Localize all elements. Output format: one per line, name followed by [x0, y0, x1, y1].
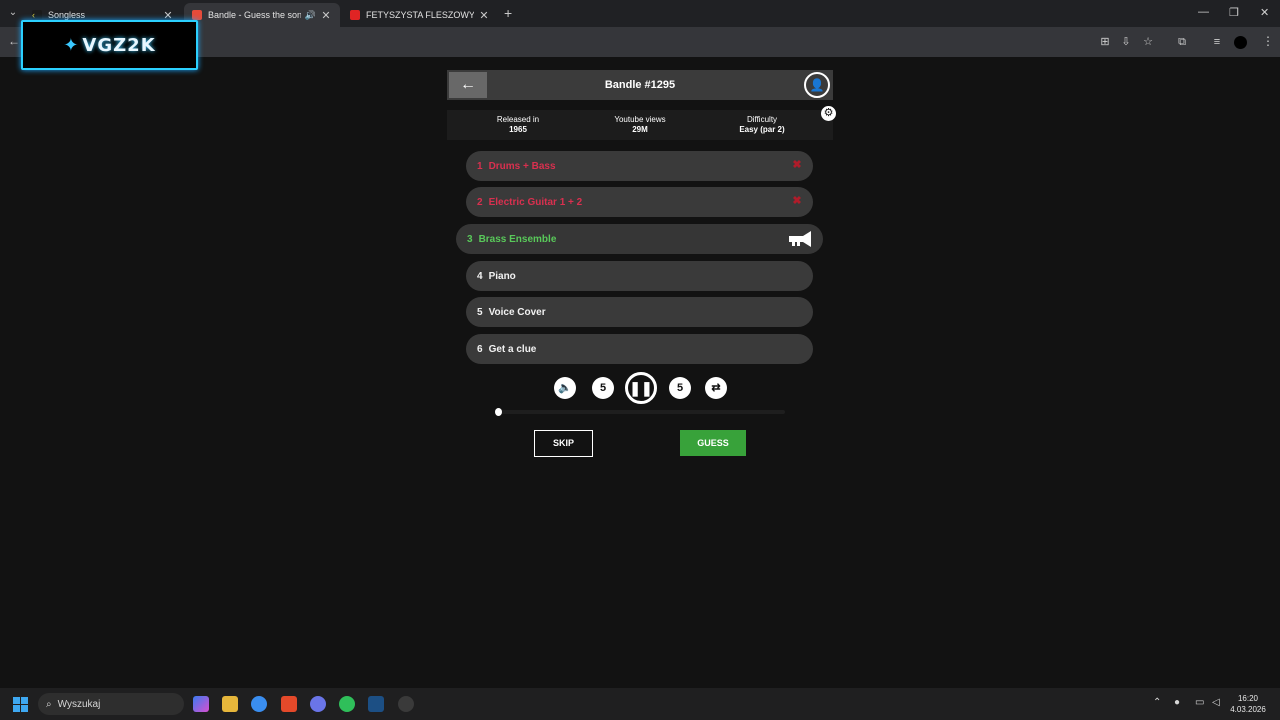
rewind-5-icon[interactable]: 5	[592, 377, 614, 399]
search-placeholder: Wyszukaj	[57, 698, 101, 710]
info-youtube-views: Youtube views 29M	[580, 115, 700, 135]
install-app-icon[interactable]: ⇩	[1119, 35, 1133, 49]
page-title: Bandle #1295	[604, 79, 676, 91]
brave-icon[interactable]	[281, 696, 297, 712]
network-icon[interactable]: ▭	[1195, 697, 1204, 708]
streamer-logo-overlay: ✦ VGZ2K	[21, 20, 198, 70]
stem-label: Piano	[488, 270, 516, 282]
new-tab-button[interactable]: +	[504, 5, 512, 21]
progress-bar[interactable]	[495, 408, 785, 416]
clock-date: 4.03.2026	[1230, 705, 1266, 714]
trumpet-icon	[789, 231, 811, 247]
media-control-icon[interactable]: ≡	[1210, 35, 1224, 49]
logo-text: VGZ2K	[82, 34, 156, 56]
close-tab-icon[interactable]: ✕	[320, 9, 332, 22]
microphone-icon[interactable]: ●	[1174, 697, 1180, 708]
stem-number: 6	[477, 343, 483, 355]
stem-number: 1	[477, 160, 483, 172]
game-header: Bandle #1295 ← 👤	[447, 70, 833, 100]
tab-youtube[interactable]: FETYSZYSTA FLESZOWY | CZY ... ✕	[342, 3, 498, 27]
minimize-button[interactable]: —	[1198, 6, 1209, 18]
maximize-button[interactable]: ❐	[1229, 6, 1239, 19]
skip-button[interactable]: SKIP	[534, 430, 593, 457]
stem-number: 3	[467, 233, 473, 245]
bookmark-star-icon[interactable]: ☆	[1141, 35, 1155, 49]
info-label: Youtube views	[614, 115, 666, 124]
bird-logo-icon: ✦	[63, 34, 79, 55]
info-released: Released in 1965	[458, 115, 578, 135]
stem-number: 4	[477, 270, 483, 282]
stem-label: Drums + Bass	[488, 160, 556, 172]
bandle-favicon-icon	[192, 10, 202, 20]
speaker-icon[interactable]: ◁	[1212, 697, 1220, 708]
file-explorer-icon[interactable]	[222, 696, 238, 712]
info-value: Easy (par 2)	[739, 125, 785, 134]
extensions-icon[interactable]: ⧉	[1175, 35, 1189, 49]
progress-handle[interactable]	[495, 408, 502, 416]
close-window-button[interactable]: ✕	[1260, 6, 1269, 19]
user-profile-icon[interactable]: 👤	[804, 72, 830, 98]
tray-chevron-icon[interactable]: ⌃	[1153, 697, 1161, 708]
stem-row-5[interactable]: 5 Voice Cover	[466, 297, 813, 327]
guess-button[interactable]: GUESS	[680, 430, 746, 456]
translate-icon[interactable]: ⊞	[1098, 35, 1112, 49]
discord-icon[interactable]	[310, 696, 326, 712]
stem-row-3[interactable]: 3 Brass Ensemble	[456, 224, 823, 254]
info-value: 29M	[632, 125, 648, 134]
volume-icon[interactable]: 🔈	[554, 377, 576, 399]
taskbar: ⌕ Wyszukaj ⌃ ● ▭ ◁ 16:20 4.03.2026	[0, 688, 1280, 720]
stem-row-6[interactable]: 6 Get a clue	[466, 334, 813, 364]
stem-label: Get a clue	[488, 343, 537, 355]
pause-icon[interactable]: ❚❚	[625, 372, 657, 404]
stem-row-1[interactable]: 1 Drums + Bass ✖	[466, 151, 813, 181]
loop-off-icon[interactable]: ⇄	[705, 377, 727, 399]
windows-start-icon[interactable]	[13, 697, 28, 712]
app-icon[interactable]	[398, 696, 414, 712]
info-value: 1965	[509, 125, 527, 134]
stem-label: Voice Cover	[488, 306, 546, 318]
stem-number: 5	[477, 306, 483, 318]
steam-icon[interactable]	[368, 696, 384, 712]
forward-5-icon[interactable]: 5	[669, 377, 691, 399]
browser-menu-icon[interactable]: ⋮	[1262, 34, 1274, 48]
tab-search-icon[interactable]: ⌄	[6, 6, 20, 20]
info-difficulty: Difficulty Easy (par 2)	[702, 115, 822, 135]
settings-gear-icon[interactable]: ⚙	[821, 106, 836, 121]
chrome-icon[interactable]	[251, 696, 267, 712]
taskbar-search[interactable]: ⌕ Wyszukaj	[38, 693, 184, 715]
song-info-bar: Released in 1965 Youtube views 29M Diffi…	[447, 110, 833, 140]
back-arrow-button[interactable]: ←	[449, 72, 487, 98]
info-label: Difficulty	[746, 115, 778, 124]
taskbar-clock[interactable]: 16:20 4.03.2026	[1228, 693, 1268, 715]
clock-time: 16:20	[1237, 694, 1259, 703]
info-label: Released in	[496, 115, 540, 124]
close-tab-icon[interactable]: ✕	[478, 9, 490, 22]
wrong-x-icon: ✖	[792, 159, 802, 171]
copilot-icon[interactable]	[193, 696, 209, 712]
stem-row-4[interactable]: 4 Piano	[466, 261, 813, 291]
songless-favicon-icon: ‹	[32, 10, 42, 20]
search-icon: ⌕	[46, 698, 52, 710]
youtube-favicon-icon	[350, 10, 360, 20]
tab-title: Songless	[48, 10, 86, 20]
spotify-icon[interactable]	[339, 696, 355, 712]
audio-playing-icon[interactable]: 🔊	[305, 10, 316, 21]
stem-label: Electric Guitar 1 + 2	[488, 196, 583, 208]
tab-title: Bandle - Guess the song, o	[208, 10, 301, 20]
browser-back-icon[interactable]: ←	[8, 34, 20, 48]
stem-row-2[interactable]: 2 Electric Guitar 1 + 2 ✖	[466, 187, 813, 217]
stem-label: Brass Ensemble	[478, 233, 557, 245]
profile-avatar[interactable]	[1234, 36, 1247, 49]
stem-number: 2	[477, 196, 483, 208]
wrong-x-icon: ✖	[792, 195, 802, 207]
tab-bandle[interactable]: Bandle - Guess the song, o 🔊 ✕	[184, 3, 340, 27]
tab-title: FETYSZYSTA FLESZOWY | CZY ...	[366, 10, 474, 20]
